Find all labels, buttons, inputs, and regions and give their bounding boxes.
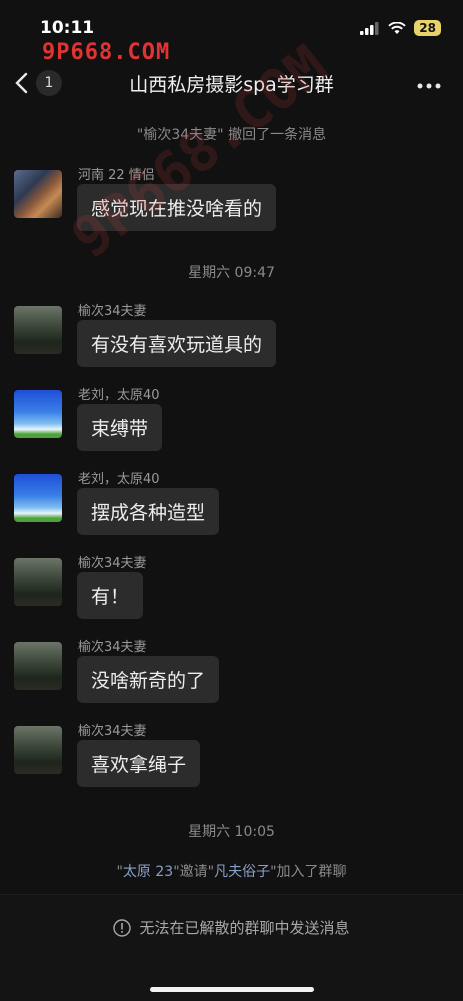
disbanded-notice: 无法在已解散的群聊中发送消息 [0, 917, 463, 938]
sender-avatar[interactable] [14, 558, 62, 606]
signal-icon [360, 21, 379, 35]
time-divider: 星期六 10:05 [188, 824, 275, 840]
disbanded-text: 无法在已解散的群聊中发送消息 [139, 919, 350, 937]
message-item: 老刘，太原40 摆成各种造型 [14, 472, 454, 535]
invitee-name[interactable]: 凡夫俗子 [214, 864, 270, 880]
sender-avatar[interactable] [14, 642, 62, 690]
wifi-icon [388, 21, 406, 34]
sender-name: 老刘，太原40 [78, 472, 160, 487]
sender-name: 榆次34夫妻 [78, 304, 147, 319]
sender-avatar[interactable] [14, 306, 62, 354]
message-item: 老刘，太原40 束缚带 [14, 388, 454, 451]
message-bubble[interactable]: 喜欢拿绳子 [77, 740, 201, 787]
sender-name: 榆次34夫妻 [78, 556, 147, 571]
more-icon [417, 83, 441, 89]
status-icons: 28 [360, 20, 441, 36]
status-bar: 10:11 28 [0, 0, 463, 44]
status-time: 10:11 [40, 18, 95, 38]
join-notice: "太原 23"邀请"凡夫俗子"加入了群聊 [0, 861, 463, 881]
info-icon [113, 918, 132, 937]
message-bubble[interactable]: 摆成各种造型 [77, 488, 220, 535]
sender-avatar[interactable] [14, 474, 62, 522]
sender-name: 榆次34夫妻 [78, 724, 147, 739]
message-item: 榆次34夫妻 喜欢拿绳子 [14, 724, 454, 787]
sender-avatar[interactable] [14, 390, 62, 438]
join-text-end: "加入了群聊 [270, 864, 347, 880]
message-bubble[interactable]: 没啥新奇的了 [77, 656, 220, 703]
time-divider: 星期六 09:47 [188, 265, 275, 281]
sender-avatar[interactable] [14, 726, 62, 774]
battery-indicator: 28 [414, 20, 441, 36]
message-bubble[interactable]: 束缚带 [77, 404, 163, 451]
footer-bar: 无法在已解散的群聊中发送消息 [0, 894, 463, 1001]
more-button[interactable] [417, 74, 441, 93]
sender-name: 老刘，太原40 [78, 388, 160, 403]
inviter-name[interactable]: 太原 23 [123, 864, 173, 880]
message-bubble[interactable]: 有没有喜欢玩道具的 [77, 320, 277, 367]
join-text: "邀请" [173, 864, 215, 880]
message-item: 榆次34夫妻 没啥新奇的了 [14, 640, 454, 703]
sender-avatar[interactable] [14, 170, 62, 218]
sender-name: 榆次34夫妻 [78, 640, 147, 655]
home-indicator[interactable] [150, 987, 314, 992]
message-item: 榆次34夫妻 有没有喜欢玩道具的 [14, 304, 454, 367]
message-bubble[interactable]: 有！ [77, 572, 144, 619]
message-item: 榆次34夫妻 有！ [14, 556, 454, 619]
